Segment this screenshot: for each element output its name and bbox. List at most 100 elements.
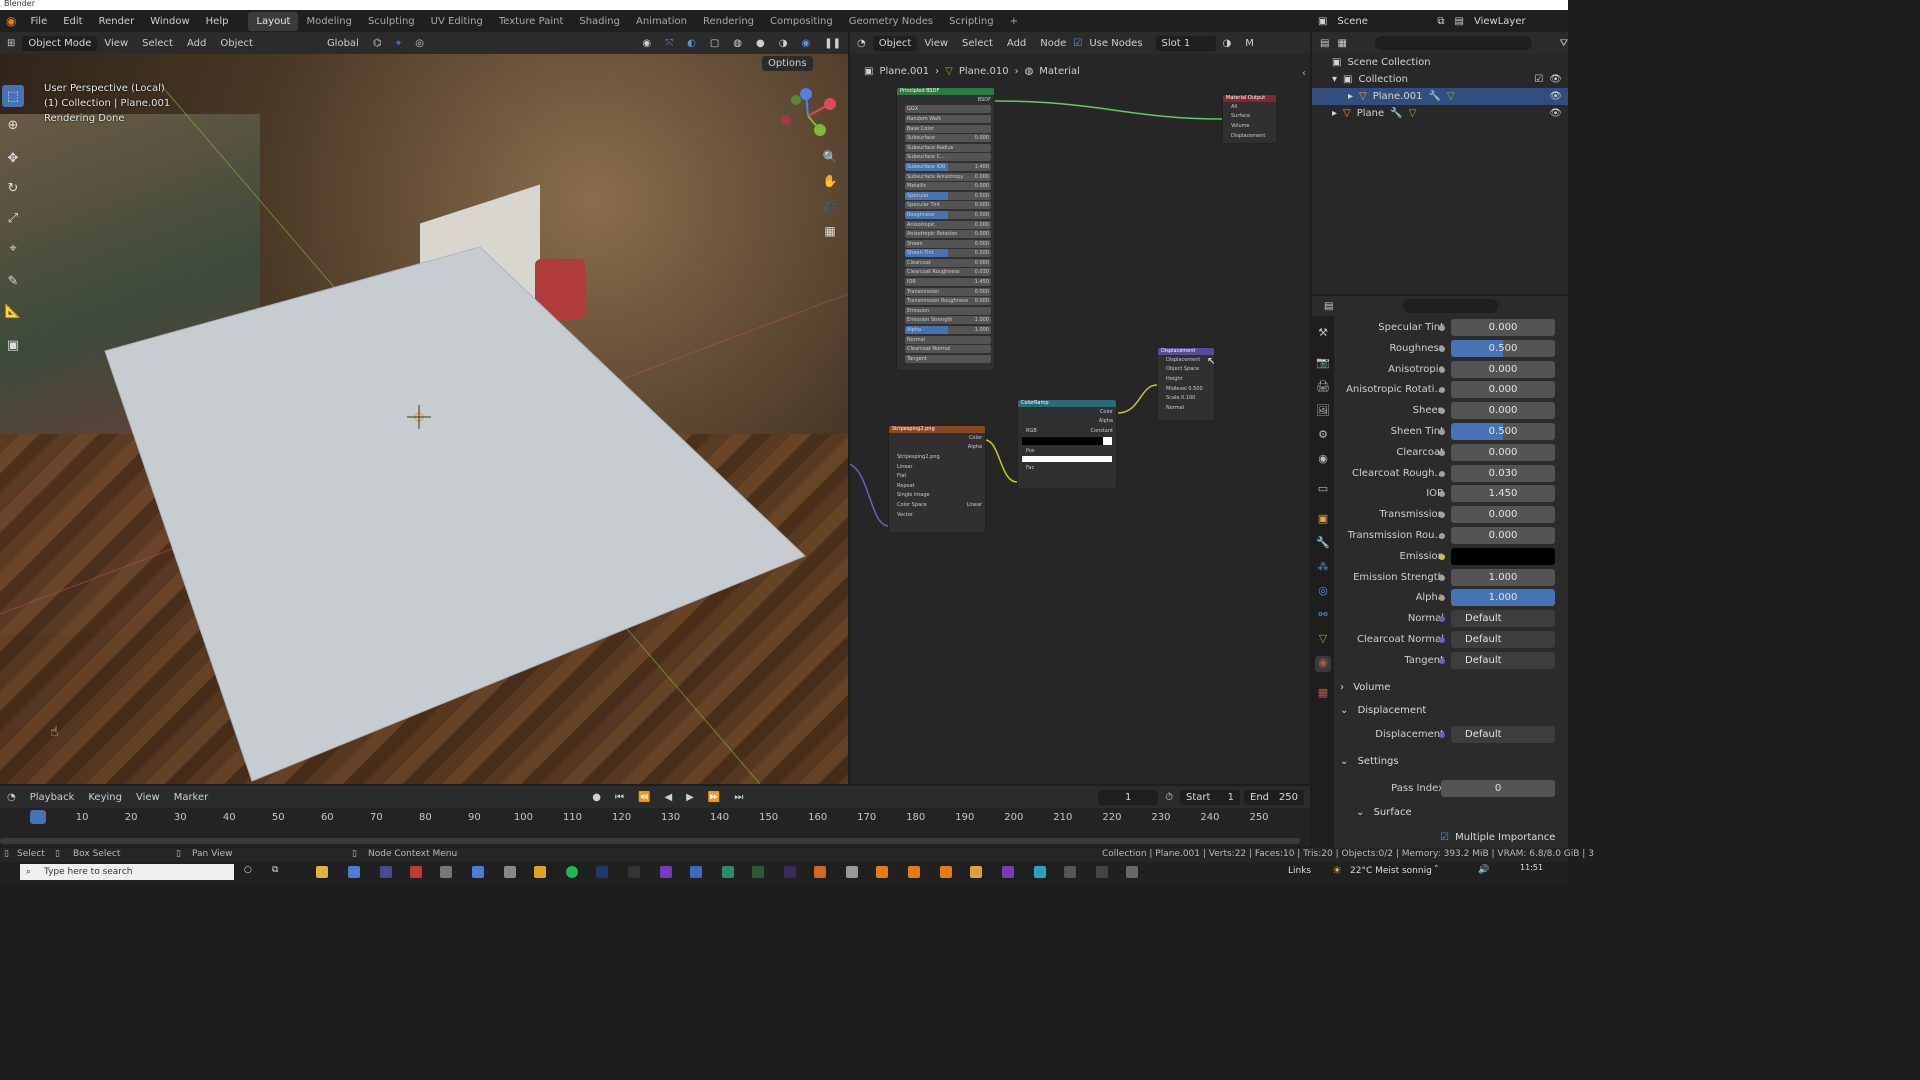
texture-tab-icon[interactable]: ▦ bbox=[1315, 686, 1331, 702]
prop-value-field[interactable]: 1.000 bbox=[1451, 568, 1555, 586]
bsdf-field[interactable]: Base Color bbox=[905, 124, 991, 133]
outliner-scene-collection[interactable]: ▣ Scene Collection bbox=[1312, 54, 1568, 71]
bsdf-field[interactable]: Transmission Roughness 0.000 bbox=[905, 297, 991, 306]
transform-tool-icon[interactable]: ⌖ bbox=[2, 237, 24, 259]
bsdf-field[interactable]: Subsurface Radius bbox=[905, 143, 991, 152]
volume-panel-header[interactable]: › Volume bbox=[1340, 682, 1390, 693]
material-shading-icon[interactable]: ◑ bbox=[772, 36, 795, 51]
socket-dot[interactable] bbox=[1439, 449, 1445, 456]
slot-selector[interactable]: Slot 1 bbox=[1155, 35, 1216, 51]
expand-arrow-icon[interactable]: ▾ bbox=[1332, 74, 1337, 85]
bsdf-field[interactable]: Tangent bbox=[905, 354, 991, 363]
camera-view-icon[interactable]: 🎥 bbox=[820, 199, 840, 219]
app-icon[interactable] bbox=[504, 866, 516, 878]
image-texture-node[interactable]: Stripesping2.png Color Alpha Stripesping… bbox=[888, 425, 986, 533]
pass-index-input[interactable]: 0 bbox=[1441, 780, 1555, 797]
ramp-stop-color[interactable] bbox=[1022, 456, 1112, 463]
bsdf-input-row[interactable]: Sheen Tint 0.500 bbox=[905, 249, 991, 259]
bsdf-input-row[interactable]: Clearcoat Roughness 0.030 bbox=[905, 268, 991, 278]
timeline-menu-playback[interactable]: Playback bbox=[23, 790, 82, 805]
output-tab-icon[interactable]: 🖨 bbox=[1315, 380, 1331, 396]
bsdf-input-row[interactable]: Tangent bbox=[905, 354, 991, 364]
play-reverse-icon[interactable]: ◀ bbox=[657, 790, 679, 805]
play-icon[interactable]: ▶ bbox=[679, 790, 701, 805]
taskbar-clock[interactable]: 11:51 bbox=[1520, 863, 1543, 872]
menu-window[interactable]: Window bbox=[142, 16, 197, 27]
prop-value-field[interactable] bbox=[1451, 547, 1555, 565]
socket-dot[interactable] bbox=[1439, 366, 1445, 373]
chrome-icon[interactable] bbox=[534, 866, 546, 878]
colorramp-node[interactable]: ColorRamp Color Alpha RGB Constant Pos F… bbox=[1017, 399, 1117, 489]
displacement-input[interactable]: Default bbox=[1451, 726, 1555, 743]
end-frame-input[interactable]: End 250 bbox=[1244, 789, 1304, 805]
multiple-importance-option[interactable]: ☑ Multiple Importance bbox=[1440, 832, 1555, 843]
menu-render[interactable]: Render bbox=[91, 16, 143, 27]
3d-viewport[interactable]: User Perspective (Local) (1) Collection … bbox=[0, 54, 848, 784]
select-box-tool-icon[interactable]: ⬚ bbox=[2, 85, 24, 107]
bsdf-input-row[interactable]: Clearcoat 0.000 bbox=[905, 258, 991, 268]
mesh-data-icon[interactable]: ▽ bbox=[1409, 108, 1417, 119]
editor-type-icon[interactable]: ⊞ bbox=[0, 36, 22, 51]
properties-editor-icon[interactable]: ▤ bbox=[1324, 301, 1333, 312]
bsdf-input-row[interactable]: Subsurface Radius bbox=[905, 143, 991, 153]
app-icon[interactable] bbox=[722, 866, 734, 878]
image-source[interactable]: Single Image bbox=[897, 491, 982, 501]
node-editor-type-icon[interactable]: ◔ bbox=[850, 36, 873, 51]
ramp-color-mode[interactable]: RGB bbox=[1026, 428, 1037, 434]
app-icon[interactable] bbox=[752, 866, 764, 878]
app-icon[interactable] bbox=[814, 866, 826, 878]
mesh-data-icon[interactable]: ▽ bbox=[1447, 91, 1455, 102]
scene-tab-icon[interactable]: ⚙ bbox=[1315, 428, 1331, 444]
visibility-eye-icon[interactable]: 👁 bbox=[1549, 108, 1568, 119]
properties-editor[interactable]: ▤ ⚒ 📷 🖨 🖼 ⚙ ◉ ▭ ▣ 🔧 ⁂ ◎ ⚯ ▽ ◉ ▦ Specular… bbox=[1312, 296, 1568, 848]
tray-chevron-icon[interactable]: ˄ bbox=[1434, 865, 1439, 875]
blender-taskbar-icon[interactable] bbox=[876, 866, 888, 878]
prop-value-field[interactable]: 0.000 bbox=[1451, 527, 1555, 544]
menu-file[interactable]: File bbox=[22, 16, 55, 27]
tool-tab-icon[interactable]: ⚒ bbox=[1315, 326, 1331, 342]
taskbar-links[interactable]: Links bbox=[1288, 866, 1311, 876]
socket-dot[interactable] bbox=[1439, 553, 1445, 560]
file-explorer-icon[interactable] bbox=[316, 866, 328, 878]
material-output-node[interactable]: Material Output All Surface Volume Displ… bbox=[1222, 94, 1277, 144]
wireframe-shading-icon[interactable]: ◍ bbox=[726, 36, 749, 51]
expand-arrow-icon[interactable]: ▸ bbox=[1348, 91, 1353, 102]
node-menu-view[interactable]: View bbox=[917, 36, 955, 51]
data-tab-icon[interactable]: ▽ bbox=[1315, 632, 1331, 648]
copy-scene-icon[interactable]: ⧉ bbox=[1431, 16, 1450, 27]
socket-dot[interactable] bbox=[1439, 616, 1445, 623]
bsdf-input-row[interactable]: Emission Strength 1.000 bbox=[905, 316, 991, 326]
bsdf-input-row[interactable]: IOR 1.450 bbox=[905, 277, 991, 287]
world-tab-icon[interactable]: ◉ bbox=[1315, 452, 1331, 468]
socket-dot[interactable] bbox=[1439, 387, 1445, 394]
proportional-edit-icon[interactable]: ◎ bbox=[408, 36, 431, 51]
timeline-menu-view[interactable]: View bbox=[129, 790, 167, 805]
displacement-panel-header[interactable]: ⌄ Displacement bbox=[1340, 705, 1426, 716]
collection-tab-icon[interactable]: ▭ bbox=[1315, 482, 1331, 498]
app-icon[interactable] bbox=[1034, 866, 1046, 878]
render-tab-icon[interactable]: 📷 bbox=[1315, 356, 1331, 372]
bsdf-field[interactable]: Sheen 0.000 bbox=[905, 239, 991, 248]
timeline-editor-icon[interactable]: ◔ bbox=[0, 790, 23, 805]
navigation-gizmo[interactable] bbox=[778, 86, 838, 146]
color-ramp-gradient[interactable] bbox=[1022, 436, 1112, 445]
app-icon[interactable] bbox=[348, 866, 360, 878]
add-workspace-icon[interactable]: + bbox=[1002, 12, 1026, 31]
app-icon[interactable] bbox=[628, 866, 640, 878]
modifier-icon[interactable]: 🔧 bbox=[1390, 108, 1402, 119]
socket-dot[interactable] bbox=[1439, 512, 1445, 519]
checkbox-checked-icon[interactable]: ☑ bbox=[1440, 832, 1449, 843]
bsdf-input-row[interactable]: GGX bbox=[905, 105, 991, 115]
ramp-pos[interactable]: Pos bbox=[1026, 446, 1113, 456]
bsdf-input-row[interactable]: Emission bbox=[905, 306, 991, 316]
disp-scale[interactable]: Scale 0.100 bbox=[1166, 393, 1211, 403]
snap-icon[interactable]: ⌖ bbox=[389, 36, 409, 51]
weather-text[interactable]: 22°C Meist sonnig bbox=[1350, 866, 1432, 876]
start-frame-input[interactable]: Start 1 bbox=[1180, 789, 1240, 805]
physics-tab-icon[interactable]: ◎ bbox=[1315, 584, 1331, 600]
measure-tool-icon[interactable]: 📐 bbox=[2, 300, 24, 322]
prop-value-field[interactable]: Default bbox=[1451, 610, 1555, 628]
options-button[interactable]: Options bbox=[762, 56, 813, 71]
tab-sculpting[interactable]: Sculpting bbox=[360, 12, 423, 31]
zoom-icon[interactable]: 🔍 bbox=[820, 150, 840, 170]
